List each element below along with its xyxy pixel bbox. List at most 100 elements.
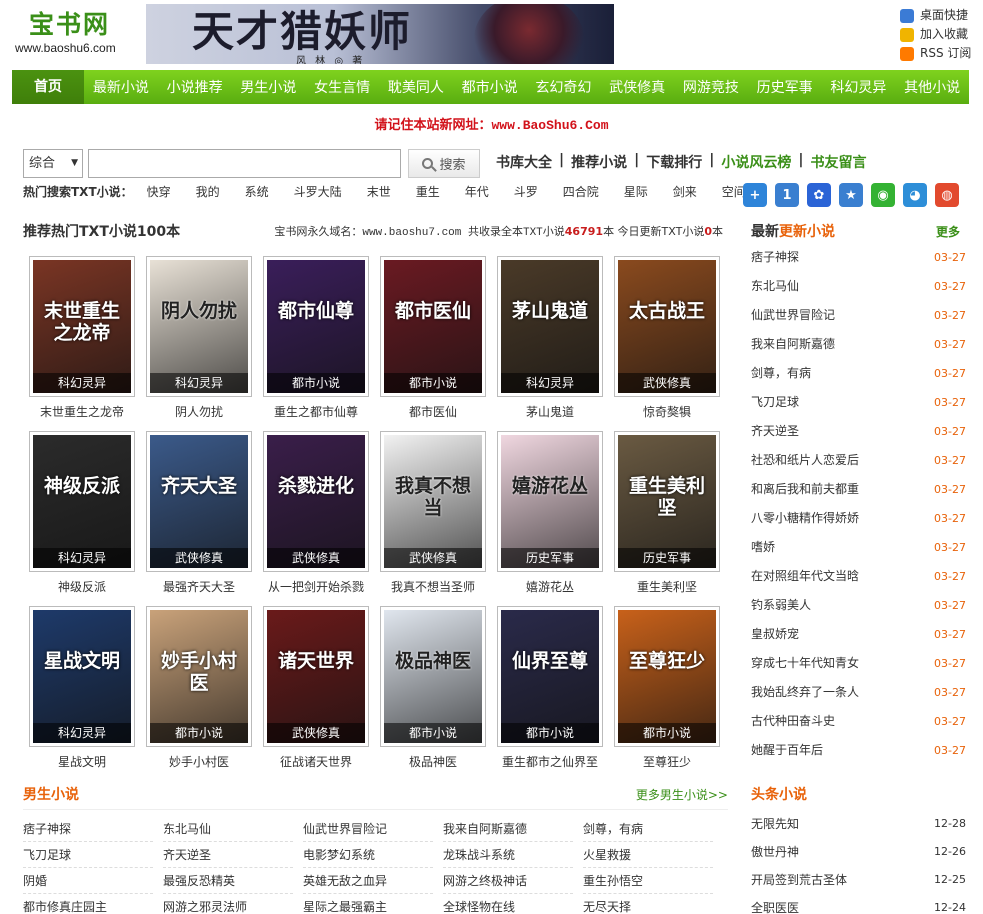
book-title[interactable]: 惊奇獒犋	[614, 403, 720, 420]
book-cover[interactable]: 阴人勿扰 科幻灵异	[146, 256, 252, 397]
share-1-icon[interactable]: 1	[775, 183, 799, 207]
qq-icon[interactable]: ◕	[903, 183, 927, 207]
book-card[interactable]: 杀戮进化 武侠修真 从一把剑开始杀戮	[263, 431, 369, 595]
latest-item-title[interactable]: 我始乱终弃了一条人	[751, 685, 859, 699]
latest-item-title[interactable]: 社恐和纸片人恋爱后	[751, 453, 859, 467]
nav-item[interactable]: 其他小说	[895, 77, 969, 97]
book-cover[interactable]: 诸天世界 武侠修真	[263, 606, 369, 747]
book-cover[interactable]: 妙手小村医 都市小说	[146, 606, 252, 747]
latest-item-title[interactable]: 她醒于百年后	[751, 743, 823, 757]
latest-item[interactable]: 我始乱终弃了一条人 03-27	[751, 678, 966, 707]
latest-item[interactable]: 古代种田奋斗史 03-27	[751, 707, 966, 736]
top-link[interactable]: 书库大全	[496, 152, 552, 172]
book-cover[interactable]: 仙界至尊 都市小说	[497, 606, 603, 747]
hot-keyword[interactable]: 星际	[624, 183, 648, 200]
headline-item[interactable]: 全职医医 12-24	[751, 894, 966, 914]
boys-novel-link[interactable]: 东北马仙	[163, 816, 293, 842]
nav-item[interactable]: 网游竞技	[674, 77, 748, 97]
headline-item-title[interactable]: 无限先知	[751, 817, 799, 831]
boys-novel-link[interactable]: 齐天逆圣	[163, 842, 293, 868]
search-type-select[interactable]: 综合 ▼	[23, 148, 83, 178]
boys-novel-link[interactable]: 电影梦幻系统	[303, 842, 433, 868]
book-title[interactable]: 阴人勿扰	[146, 403, 252, 420]
book-title[interactable]: 末世重生之龙帝	[29, 403, 135, 420]
boys-novel-link[interactable]: 最强反恐精英	[163, 868, 293, 894]
book-cover[interactable]: 末世重生之龙帝 科幻灵异	[29, 256, 135, 397]
hot-keyword[interactable]: 重生	[416, 183, 440, 200]
latest-item-title[interactable]: 古代种田奋斗史	[751, 714, 835, 728]
boys-more-link[interactable]: 更多男生小说>>	[636, 786, 728, 803]
book-cover[interactable]: 星战文明 科幻灵异	[29, 606, 135, 747]
book-card[interactable]: 神级反派 科幻灵异 神级反派	[29, 431, 135, 595]
latest-item[interactable]: 穿成七十年代知青女 03-27	[751, 649, 966, 678]
hot-keyword[interactable]: 斗罗大陆	[294, 183, 342, 200]
book-title[interactable]: 从一把剑开始杀戮	[263, 578, 369, 595]
latest-item-title[interactable]: 皇叔娇宠	[751, 627, 799, 641]
book-cover[interactable]: 嬉游花丛 历史军事	[497, 431, 603, 572]
latest-item[interactable]: 在对照组年代文当晗 03-27	[751, 562, 966, 591]
boys-novel-link[interactable]: 仙武世界冒险记	[303, 816, 433, 842]
boys-novel-link[interactable]: 全球怪物在线	[443, 894, 573, 914]
search-button[interactable]: 搜索	[408, 148, 480, 178]
latest-item-title[interactable]: 嗜娇	[751, 540, 775, 554]
boys-novel-link[interactable]: 英雄无敌之血异	[303, 868, 433, 894]
book-card[interactable]: 都市医仙 都市小说 都市医仙	[380, 256, 486, 420]
book-title[interactable]: 都市医仙	[380, 403, 486, 420]
book-title[interactable]: 重生之都市仙尊	[263, 403, 369, 420]
top-link[interactable]: 下载排行	[646, 152, 702, 172]
search-input[interactable]	[88, 148, 401, 178]
latest-item[interactable]: 皇叔娇宠 03-27	[751, 620, 966, 649]
latest-item-title[interactable]: 飞刀足球	[751, 395, 799, 409]
banner-ad[interactable]: 天才猎妖师 风 林 ◎ 著	[146, 4, 614, 64]
latest-item-title[interactable]: 八零小糖精作得娇娇	[751, 511, 859, 525]
book-card[interactable]: 太古战王 武侠修真 惊奇獒犋	[614, 256, 720, 420]
share-plus-icon[interactable]: +	[743, 183, 767, 207]
latest-item[interactable]: 东北马仙 03-27	[751, 272, 966, 301]
book-card[interactable]: 妙手小村医 都市小说妙手小村医	[146, 606, 252, 770]
nav-item[interactable]: 都市小说	[453, 77, 527, 97]
book-cover[interactable]: 茅山鬼道 科幻灵异	[497, 256, 603, 397]
book-title[interactable]: 极品神医	[380, 753, 486, 770]
book-title[interactable]: 重生都市之仙界至	[497, 753, 603, 770]
book-title[interactable]: 重生美利坚	[614, 578, 720, 595]
latest-item-title[interactable]: 痞子神探	[751, 250, 799, 264]
book-card[interactable]: 星战文明 科幻灵异星战文明	[29, 606, 135, 770]
headline-item-title[interactable]: 开局签到荒古圣体	[751, 873, 847, 887]
latest-item-title[interactable]: 齐天逆圣	[751, 424, 799, 438]
nav-item[interactable]: 最新小说	[84, 77, 158, 97]
hot-keyword[interactable]: 系统	[245, 183, 269, 200]
book-title[interactable]: 嬉游花丛	[497, 578, 603, 595]
boys-novel-link[interactable]: 剑尊，有病	[583, 816, 713, 842]
nav-item[interactable]: 耽美同人	[379, 77, 453, 97]
latest-item[interactable]: 我来自阿斯嘉德 03-27	[751, 330, 966, 359]
boys-novel-link[interactable]: 都市修真庄园主	[23, 894, 153, 914]
boys-novel-link[interactable]: 网游之邪灵法师	[163, 894, 293, 914]
latest-item-title[interactable]: 东北马仙	[751, 279, 799, 293]
latest-item[interactable]: 飞刀足球 03-27	[751, 388, 966, 417]
book-cover[interactable]: 都市仙尊 都市小说	[263, 256, 369, 397]
boys-novel-link[interactable]: 重生孙悟空	[583, 868, 713, 894]
book-card[interactable]: 末世重生之龙帝 科幻灵异末世重生之龙帝	[29, 256, 135, 420]
site-logo[interactable]: 宝书网 www.baoshu6.com	[12, 10, 142, 56]
hot-keyword[interactable]: 我的	[196, 183, 220, 200]
quick-link[interactable]: 加入收藏	[900, 25, 971, 44]
book-title[interactable]: 妙手小村医	[146, 753, 252, 770]
latest-item-title[interactable]: 仙武世界冒险记	[751, 308, 835, 322]
hot-keyword[interactable]: 四合院	[563, 183, 599, 200]
book-title[interactable]: 星战文明	[29, 753, 135, 770]
headline-item[interactable]: 无限先知 12-28	[751, 810, 966, 838]
latest-item[interactable]: 痞子神探 03-27	[751, 243, 966, 272]
boys-novel-link[interactable]: 飞刀足球	[23, 842, 153, 868]
book-card[interactable]: 茅山鬼道 科幻灵异 茅山鬼道	[497, 256, 603, 420]
book-card[interactable]: 极品神医 都市小说 极品神医	[380, 606, 486, 770]
quick-link[interactable]: RSS 订阅	[900, 44, 971, 63]
nav-item[interactable]: 科幻灵异	[822, 77, 896, 97]
nav-item[interactable]: 武侠修真	[600, 77, 674, 97]
book-title[interactable]: 至尊狂少	[614, 753, 720, 770]
headline-item[interactable]: 傲世丹神 12-26	[751, 838, 966, 866]
book-card[interactable]: 重生美利坚 历史军事 重生美利坚	[614, 431, 720, 595]
latest-item[interactable]: 齐天逆圣 03-27	[751, 417, 966, 446]
book-title[interactable]: 我真不想当圣师	[380, 578, 486, 595]
latest-item[interactable]: 嗜娇 03-27	[751, 533, 966, 562]
book-card[interactable]: 仙界至尊 都市小说重生都市之仙界至	[497, 606, 603, 770]
